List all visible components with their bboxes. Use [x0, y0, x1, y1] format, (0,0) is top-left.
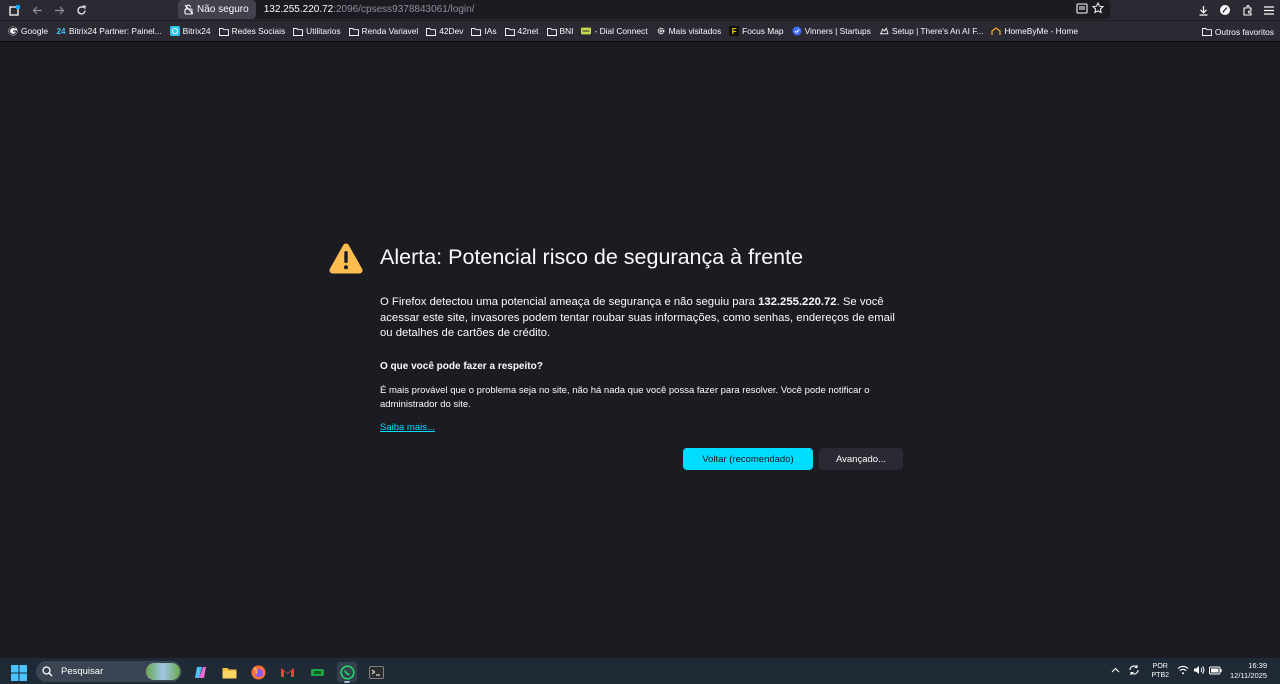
error-page: Alerta: Potencial risco de segurança à f… — [0, 42, 1280, 658]
not-secure-badge[interactable]: Não seguro — [178, 0, 256, 19]
bookmark-other-favorites[interactable]: Outros favoritos — [1198, 21, 1278, 42]
search-highlight-image — [146, 663, 180, 680]
url-bar[interactable]: Não seguro 132.255.220.72:2096/cpsess937… — [178, 0, 1110, 19]
bookmark-folder-42dev[interactable]: 42Dev — [422, 21, 467, 42]
terminal-icon[interactable] — [366, 662, 386, 682]
firefox-icon[interactable] — [248, 662, 268, 682]
search-placeholder: Pesquisar — [61, 666, 104, 677]
windows-start-icon[interactable] — [11, 665, 27, 681]
bookmarks-bar: Google 24 Bitrix24 Partner: Painel... Bit… — [0, 21, 1280, 42]
bitrix-icon — [169, 26, 180, 36]
folder-icon — [293, 26, 304, 36]
url-text[interactable]: 132.255.220.72:2096/cpsess9378843061/log… — [264, 4, 475, 15]
file-explorer-icon[interactable] — [219, 662, 239, 682]
back-arrow-icon[interactable] — [26, 0, 48, 20]
what-can-you-do-heading: O que você pode fazer a respeito? — [380, 361, 543, 372]
green-app-icon[interactable] — [307, 662, 327, 682]
bookmark-setup[interactable]: Setup | There's An AI F... — [875, 21, 988, 42]
tab-overview-icon[interactable] — [4, 0, 26, 20]
folder-icon — [348, 26, 359, 36]
broken-lock-icon — [184, 4, 194, 15]
reload-icon[interactable] — [70, 0, 92, 20]
menu-icon[interactable] — [1258, 0, 1280, 20]
taskbar-search[interactable]: Pesquisar — [36, 661, 182, 682]
reader-view-icon[interactable] — [1076, 1, 1088, 19]
folder-icon — [218, 26, 229, 36]
advanced-button[interactable]: Avançado... — [819, 448, 903, 470]
bookmark-folder-ias[interactable]: IAs — [467, 21, 500, 42]
gmail-icon[interactable] — [277, 662, 297, 682]
search-icon — [42, 666, 53, 677]
bookmark-focus-map[interactable]: F Focus Map — [725, 21, 787, 42]
bookmark-bitrix-partner[interactable]: 24 Bitrix24 Partner: Painel... — [52, 21, 166, 42]
notification-icon[interactable] — [1274, 658, 1280, 684]
learn-more-link[interactable]: Saiba mais... — [380, 422, 435, 433]
wifi-icon[interactable] — [1177, 665, 1189, 677]
system-tray: POR PTB2 16:39 12/11/2025 — [1111, 658, 1280, 684]
setup-icon — [879, 26, 889, 36]
folder-icon — [426, 26, 437, 36]
bookmark-folder-42net[interactable]: 42net — [501, 21, 543, 42]
bookmark-folder-bni[interactable]: BNI — [543, 21, 578, 42]
system-clock[interactable]: 16:39 12/11/2025 — [1230, 661, 1267, 681]
bookmark-mais-visitados[interactable]: Mais visitados — [652, 21, 726, 42]
download-icon[interactable] — [1192, 0, 1214, 20]
dial-connect-icon — [581, 26, 592, 36]
bookmark-star-icon[interactable] — [1091, 1, 1105, 19]
account-icon[interactable] — [1214, 0, 1236, 20]
copilot-icon[interactable] — [190, 662, 210, 682]
bookmark-vinners[interactable]: Vinners | Startups — [788, 21, 875, 42]
windows-taskbar: Pesquisar POR PTB2 16:39 12/11/2025 — [0, 658, 1280, 684]
bookmark-dial-connect[interactable]: - Dial Connect — [577, 21, 651, 42]
bookmark-folder-utilitarios[interactable]: Utilitarios — [289, 21, 344, 42]
page-title: Alerta: Potencial risco de segurança à f… — [380, 245, 804, 269]
clock-time: 16:39 — [1248, 661, 1267, 670]
focus-map-icon: F — [729, 26, 740, 36]
error-host: 132.255.220.72 — [758, 296, 837, 308]
homebyme-icon — [991, 26, 1002, 36]
url-path: :2096/cpsess9378843061/login/ — [333, 4, 475, 15]
chevron-up-icon[interactable] — [1111, 667, 1120, 675]
folder-icon — [471, 26, 482, 36]
go-back-button[interactable]: Voltar (recomendado) — [683, 448, 813, 470]
clock-date: 12/11/2025 — [1230, 671, 1267, 680]
folder-icon — [546, 26, 557, 36]
folder-icon — [504, 26, 515, 36]
bookmark-homebyme[interactable]: HomeByMe - Home — [987, 21, 1082, 42]
not-secure-label: Não seguro — [197, 4, 249, 15]
bookmark-google[interactable]: Google — [4, 21, 52, 42]
bitrix-icon: 24 — [56, 26, 66, 36]
bookmark-folder-redes-sociais[interactable]: Redes Sociais — [215, 21, 290, 42]
bookmark-bitrix[interactable]: Bitrix24 — [166, 21, 215, 42]
google-icon — [8, 26, 18, 36]
sync-icon[interactable] — [1128, 664, 1140, 678]
vinners-icon — [792, 26, 802, 36]
warning-triangle-icon — [329, 243, 363, 274]
whatsapp-icon[interactable] — [337, 662, 357, 683]
language-indicator[interactable]: POR PTB2 — [1152, 662, 1170, 680]
extensions-icon[interactable] — [1236, 0, 1258, 20]
advice-text: É mais provável que o problema seja no s… — [380, 385, 870, 410]
bookmark-folder-renda-variavel[interactable]: Renda Variavel — [345, 21, 423, 42]
browser-toolbar: Não seguro 132.255.220.72:2096/cpsess937… — [0, 0, 1280, 20]
volume-icon[interactable] — [1193, 665, 1205, 677]
folder-icon — [1201, 27, 1212, 37]
forward-arrow-icon[interactable] — [48, 0, 70, 20]
gear-icon — [656, 26, 666, 36]
error-description: O Firefox detectou uma potencial ameaça … — [380, 296, 895, 339]
url-host: 132.255.220.72 — [263, 4, 334, 15]
battery-icon[interactable] — [1209, 666, 1222, 677]
